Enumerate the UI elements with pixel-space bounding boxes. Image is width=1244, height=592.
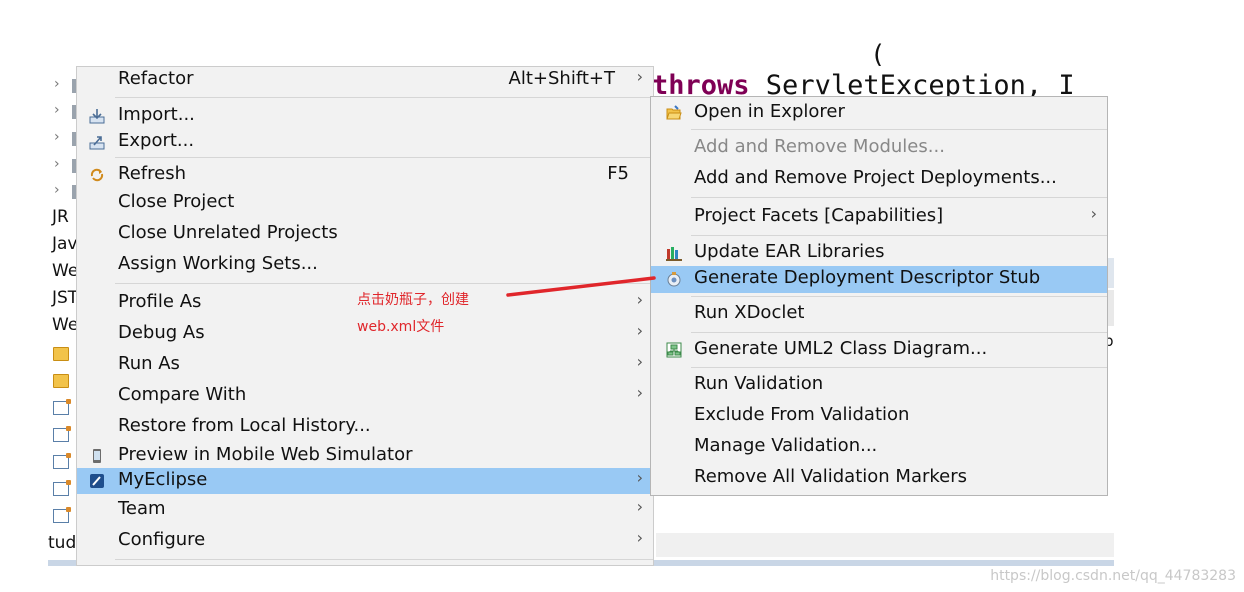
menu-separator	[691, 197, 1107, 198]
submenu-arrow-icon: ›	[636, 383, 643, 402]
shortcut-label: F5	[607, 163, 629, 184]
menu-item-import[interactable]: Import...	[77, 103, 653, 129]
menu-separator	[691, 235, 1107, 236]
menu-separator	[691, 129, 1107, 130]
submenu-item-generate-deployment-descriptor-stub[interactable]: Generate Deployment Descriptor Stub	[651, 266, 1107, 293]
tree-node[interactable]	[48, 504, 76, 528]
submenu-arrow-icon: ›	[636, 497, 643, 516]
expand-chevron-icon[interactable]: ›	[54, 182, 60, 198]
submenu-item-add-remove-modules[interactable]: Add and Remove Modules...	[651, 135, 1107, 162]
editor-code-line: (	[870, 40, 886, 66]
background-panel	[1108, 290, 1114, 326]
project-explorer-tree: › › › › › JR Jav We JST We	[48, 66, 76, 566]
jsp-file-icon	[53, 426, 71, 442]
submenu-arrow-icon: ›	[1090, 204, 1097, 223]
menu-item-configure[interactable]: Configure ›	[77, 528, 653, 554]
submenu-arrow-icon: ›	[636, 528, 643, 547]
export-icon	[89, 134, 105, 150]
tree-node[interactable]	[48, 477, 76, 501]
myeclipse-submenu: Open in Explorer Add and Remove Modules.…	[650, 96, 1108, 496]
menu-separator	[115, 157, 653, 158]
submenu-item-generate-uml2-class-diagram[interactable]: Generate UML2 Class Diagram...	[651, 337, 1107, 364]
expand-chevron-icon[interactable]: ›	[54, 102, 60, 118]
jsp-file-icon	[53, 480, 71, 496]
submenu-item-run-xdoclet[interactable]: Run XDoclet	[651, 301, 1107, 328]
library-books-icon	[666, 245, 682, 261]
background-panel	[656, 533, 1114, 557]
jsp-file-icon	[53, 399, 71, 415]
expand-chevron-icon[interactable]: ›	[54, 129, 60, 145]
menu-item-compare-with[interactable]: Compare With ›	[77, 383, 653, 409]
submenu-item-exclude-from-validation[interactable]: Exclude From Validation	[651, 403, 1107, 430]
background-panel	[1108, 258, 1114, 288]
open-folder-icon	[666, 105, 682, 121]
submenu-item-manage-validation[interactable]: Manage Validation...	[651, 434, 1107, 461]
tree-node[interactable]: ›	[48, 154, 76, 178]
menu-item-run-as[interactable]: Run As ›	[77, 352, 653, 378]
submenu-arrow-icon: ›	[636, 352, 643, 371]
expand-chevron-icon[interactable]: ›	[54, 76, 60, 92]
menu-separator	[691, 332, 1107, 333]
tree-node[interactable]: ›	[48, 127, 76, 151]
submenu-arrow-icon: ›	[636, 321, 643, 340]
tree-node[interactable]: Jav	[48, 234, 76, 258]
submenu-arrow-icon: ›	[636, 67, 643, 86]
annotation-text-line2: web.xml文件	[357, 319, 445, 335]
folder-icon	[53, 374, 69, 388]
menu-item-close-project[interactable]: Close Project	[77, 190, 653, 216]
tree-node[interactable]: ›	[48, 180, 76, 204]
menu-separator	[691, 296, 1107, 297]
menu-item-close-unrelated-projects[interactable]: Close Unrelated Projects	[77, 221, 653, 247]
tree-node[interactable]: ›	[48, 74, 76, 98]
submenu-item-update-ear-libraries[interactable]: Update EAR Libraries	[651, 240, 1107, 267]
tree-node[interactable]: We	[48, 315, 76, 339]
menu-item-team[interactable]: Team ›	[77, 497, 653, 523]
submenu-arrow-icon: ›	[636, 468, 643, 487]
menu-separator	[691, 367, 1107, 368]
submenu-item-project-facets[interactable]: Project Facets [Capabilities] ›	[651, 204, 1107, 231]
tree-node[interactable]	[48, 369, 76, 393]
jsp-file-icon	[53, 453, 71, 469]
tree-node[interactable]: JR	[48, 207, 76, 231]
tree-node[interactable]: JST	[48, 288, 76, 312]
annotation-arrow-line	[506, 276, 656, 297]
jsp-file-icon	[53, 507, 71, 523]
menu-item-refactor[interactable]: Refactor Alt+Shift+T ›	[77, 67, 653, 93]
tree-node[interactable]	[48, 450, 76, 474]
tree-node[interactable]	[48, 396, 76, 420]
menu-item-myeclipse[interactable]: MyEclipse ›	[77, 468, 653, 494]
submenu-item-open-in-explorer[interactable]: Open in Explorer	[651, 100, 1107, 127]
submenu-item-run-validation[interactable]: Run Validation	[651, 372, 1107, 399]
menu-item-refresh[interactable]: Refresh F5	[77, 162, 653, 188]
mobile-phone-icon	[89, 448, 105, 464]
annotation-text-line1: 点击奶瓶子，创建	[357, 292, 469, 308]
folder-icon	[53, 347, 69, 361]
menu-item-preview-mobile-simulator[interactable]: Preview in Mobile Web Simulator	[77, 443, 653, 469]
menu-separator	[115, 97, 653, 98]
expand-chevron-icon[interactable]: ›	[54, 156, 60, 172]
import-icon	[89, 108, 105, 124]
refresh-icon	[89, 167, 105, 183]
watermark: https://blog.csdn.net/qq_44783283	[990, 568, 1236, 584]
baby-bottle-icon	[666, 271, 682, 287]
tree-node[interactable]	[48, 342, 76, 366]
tree-node[interactable]: ›	[48, 100, 76, 124]
tree-bottom-text: tud	[48, 533, 77, 553]
myeclipse-icon	[89, 473, 105, 489]
menu-item-restore-local-history[interactable]: Restore from Local History...	[77, 414, 653, 440]
menu-item-export[interactable]: Export...	[77, 129, 653, 155]
menu-separator	[115, 559, 653, 560]
tree-node[interactable]: We	[48, 261, 76, 285]
submenu-item-add-remove-deployments[interactable]: Add and Remove Project Deployments...	[651, 166, 1107, 193]
uml-diagram-icon	[666, 342, 682, 358]
submenu-item-remove-validation-markers[interactable]: Remove All Validation Markers	[651, 465, 1107, 492]
shortcut-label: Alt+Shift+T	[508, 68, 615, 89]
tree-node[interactable]	[48, 423, 76, 447]
